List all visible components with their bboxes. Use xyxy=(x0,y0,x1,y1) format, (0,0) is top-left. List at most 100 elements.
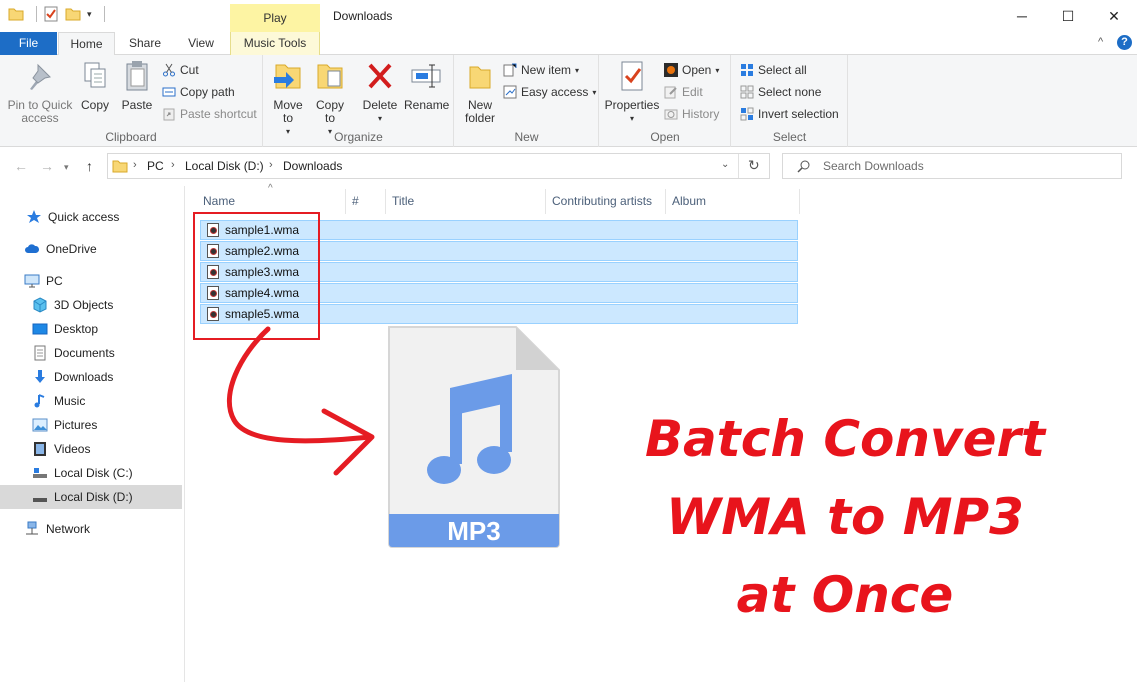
select-all-button[interactable]: Select all xyxy=(740,60,807,80)
mp3-badge-label: MP3 xyxy=(389,516,559,547)
up-arrow-icon[interactable]: ↑ xyxy=(86,158,93,174)
pin-quick-access-button[interactable]: Pin to Quick access xyxy=(6,59,74,125)
copy-label: Copy xyxy=(76,99,114,112)
nav-item-local-disk-d[interactable]: Local Disk (D:) xyxy=(0,485,182,509)
tab-share[interactable]: Share xyxy=(118,32,172,55)
copy-to-label: Copy to xyxy=(312,99,348,125)
nav-item-local-disk-c[interactable]: Local Disk (C:) xyxy=(0,461,182,485)
nav-item-documents[interactable]: Documents xyxy=(0,341,182,365)
star-icon xyxy=(26,209,42,225)
edit-icon xyxy=(664,85,678,99)
delete-label: Delete xyxy=(360,99,400,112)
properties-icon[interactable] xyxy=(43,6,59,22)
invert-selection-icon xyxy=(740,107,754,121)
drive-icon xyxy=(32,465,48,481)
address-dropdown-icon[interactable]: ⌄ xyxy=(721,159,729,170)
tab-music-tools[interactable]: Music Tools xyxy=(230,32,320,55)
move-to-button[interactable]: Move to ▾ xyxy=(270,59,306,138)
help-icon[interactable]: ? xyxy=(1117,35,1132,50)
new-folder-button[interactable]: New folder xyxy=(461,59,499,125)
history-button[interactable]: History xyxy=(664,104,719,124)
easy-access-button[interactable]: Easy access ▾ xyxy=(503,82,596,102)
breadcrumb-local-disk[interactable]: Local Disk (D:) xyxy=(185,159,264,173)
invert-selection-button[interactable]: Invert selection xyxy=(740,104,839,124)
copy-path-button[interactable]: Copy path xyxy=(162,82,235,102)
new-item-icon xyxy=(503,63,517,77)
nav-item-music[interactable]: Music xyxy=(0,389,182,413)
column-header-number[interactable]: # xyxy=(352,194,359,208)
recent-locations-icon[interactable]: ▾ xyxy=(64,162,69,173)
divider xyxy=(799,189,800,214)
edit-button[interactable]: Edit xyxy=(664,82,703,102)
new-item-button[interactable]: New item ▾ xyxy=(503,60,579,80)
select-none-icon xyxy=(740,85,754,99)
easy-access-label: Easy access xyxy=(521,85,588,99)
open-icon xyxy=(664,63,678,77)
column-header-title[interactable]: Title xyxy=(392,194,414,208)
refresh-icon[interactable]: ↻ xyxy=(748,157,760,174)
properties-label: Properties xyxy=(604,99,660,112)
breadcrumb-downloads[interactable]: Downloads xyxy=(283,159,342,173)
divider xyxy=(345,189,346,214)
nav-item-3d-objects[interactable]: 3D Objects xyxy=(0,293,182,317)
new-group-label: New xyxy=(455,130,598,144)
collapse-ribbon-icon[interactable]: ^ xyxy=(1098,36,1103,48)
chevron-down-icon: ▾ xyxy=(360,112,400,125)
column-header-artists[interactable]: Contributing artists xyxy=(552,194,652,208)
chevron-down-icon: ▾ xyxy=(604,112,660,125)
address-bar[interactable]: › PC › Local Disk (D:) › Downloads ⌄ ↻ xyxy=(107,153,770,179)
tab-view[interactable]: View xyxy=(175,32,227,55)
column-header-name[interactable]: Name xyxy=(203,194,235,208)
clipboard-group-label: Clipboard xyxy=(0,130,262,144)
drive-icon xyxy=(32,489,48,505)
delete-button[interactable]: Delete ▾ xyxy=(360,59,400,125)
copy-to-button[interactable]: Copy to ▾ xyxy=(312,59,348,138)
copy-path-label: Copy path xyxy=(180,85,235,99)
copy-button[interactable]: Copy xyxy=(76,59,114,112)
chevron-down-icon: ▾ xyxy=(592,88,596,97)
nav-item-desktop[interactable]: Desktop xyxy=(0,317,182,341)
customize-qat-icon[interactable]: ▾ xyxy=(87,9,92,20)
nav-label: Quick access xyxy=(48,210,119,224)
back-arrow-icon[interactable]: ← xyxy=(14,158,28,174)
search-box[interactable]: Search Downloads xyxy=(782,153,1122,179)
divider xyxy=(665,189,666,214)
new-folder-icon[interactable] xyxy=(65,6,81,22)
chevron-down-icon: ▾ xyxy=(575,66,579,75)
folder-icon xyxy=(112,158,128,174)
clipboard-group: Pin to Quick access Copy Paste Cut Copy … xyxy=(0,55,263,147)
breadcrumb-pc[interactable]: PC xyxy=(147,159,164,173)
paste-shortcut-button[interactable]: Paste shortcut xyxy=(162,104,257,124)
paste-button[interactable]: Paste xyxy=(117,59,157,112)
nav-item-videos[interactable]: Videos xyxy=(0,437,182,461)
close-button[interactable]: ✕ xyxy=(1091,0,1137,32)
sort-ascending-icon: ^ xyxy=(268,183,273,194)
move-to-label: Move to xyxy=(270,99,306,125)
tab-home[interactable]: Home xyxy=(58,32,115,56)
ribbon: Pin to Quick access Copy Paste Cut Copy … xyxy=(0,55,1137,147)
nav-item-quick-access[interactable]: Quick access xyxy=(0,205,182,229)
search-icon xyxy=(797,160,810,173)
cut-button[interactable]: Cut xyxy=(162,60,199,80)
tab-file[interactable]: File xyxy=(0,32,57,55)
nav-item-pc[interactable]: PC xyxy=(0,269,182,293)
nav-item-network[interactable]: Network xyxy=(0,517,182,541)
rename-button[interactable]: Rename xyxy=(404,59,448,112)
maximize-button[interactable]: ☐ xyxy=(1045,0,1091,32)
open-group-label: Open xyxy=(600,130,730,144)
divider xyxy=(545,189,546,214)
headline-line-2: WMA to MP3 xyxy=(640,478,1050,556)
nav-item-pictures[interactable]: Pictures xyxy=(0,413,182,437)
desktop-icon xyxy=(32,321,48,337)
minimize-button[interactable]: ─ xyxy=(999,0,1045,32)
column-header-album[interactable]: Album xyxy=(672,194,706,208)
forward-arrow-icon[interactable]: → xyxy=(40,158,54,174)
open-button[interactable]: Open ▾ xyxy=(664,60,719,80)
select-none-button[interactable]: Select none xyxy=(740,82,821,102)
nav-item-downloads[interactable]: Downloads xyxy=(0,365,182,389)
nav-label: Videos xyxy=(54,442,90,456)
properties-button[interactable]: Properties ▾ xyxy=(604,59,660,125)
nav-label: Local Disk (C:) xyxy=(54,466,133,480)
nav-item-onedrive[interactable]: OneDrive xyxy=(0,237,182,261)
headline-line-3: at Once xyxy=(640,556,1050,634)
